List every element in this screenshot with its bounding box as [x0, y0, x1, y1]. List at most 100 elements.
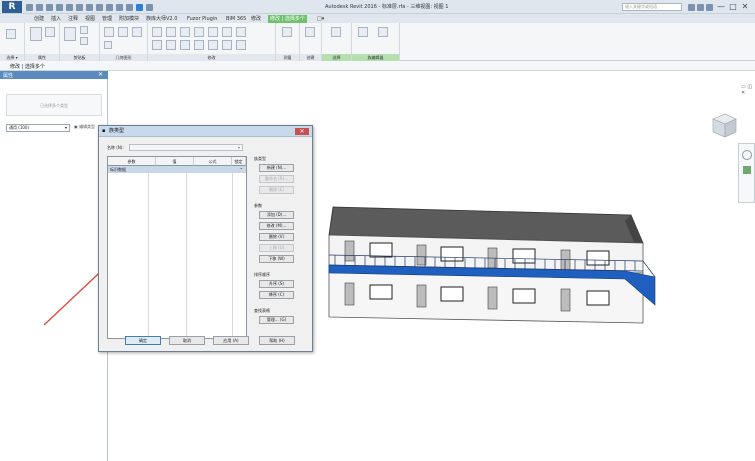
open-icon[interactable]: [26, 4, 33, 11]
thin-lines-icon[interactable]: [116, 4, 123, 11]
trim-icon[interactable]: [222, 27, 232, 37]
section-icon[interactable]: [106, 4, 113, 11]
unpin-icon[interactable]: [222, 40, 232, 50]
collapse-icon[interactable]: ⌃: [240, 166, 243, 173]
text-icon[interactable]: [86, 4, 93, 11]
parameter-group-row[interactable]: 标识数据 ⌃: [108, 166, 246, 173]
rename-type-button[interactable]: 重命名 (R)...: [259, 175, 294, 183]
load-into-project-close-icon[interactable]: [378, 27, 388, 37]
measure-tool-icon[interactable]: [282, 27, 292, 37]
zoom-icon[interactable]: [743, 166, 751, 174]
maximize-button[interactable]: □: [728, 2, 738, 11]
group-select-label[interactable]: 选择 ▾: [0, 54, 24, 61]
tab-fuzor-plugin[interactable]: Fuzor Plugin: [187, 15, 217, 23]
column-header-parameter[interactable]: 参数: [108, 157, 156, 166]
paste-icon[interactable]: [64, 27, 76, 41]
option-bar-label: 修改 | 选择多个: [10, 64, 45, 70]
filter-icon[interactable]: [331, 27, 341, 37]
help-button[interactable]: 帮助 (H): [259, 336, 295, 345]
name-select[interactable]: ▾: [129, 144, 243, 151]
delete-icon[interactable]: [236, 40, 246, 50]
add-parameter-button[interactable]: 添加 (D)...: [259, 211, 294, 219]
edit-type-button[interactable]: ▣ 编辑类型: [74, 124, 95, 130]
close-window-button[interactable]: ✕: [740, 2, 750, 11]
tab-modify-select-multiple[interactable]: 修改 | 选择多个: [268, 15, 307, 23]
minimize-button[interactable]: —: [716, 2, 726, 11]
pin-icon[interactable]: [208, 40, 218, 50]
manage-lookup-button[interactable]: 管理... (G): [259, 316, 294, 324]
instance-filter-value: 通用 (100): [9, 125, 30, 130]
remove-parameter-button[interactable]: 删除 (V): [259, 233, 294, 241]
revit-logo-icon[interactable]: R: [2, 1, 22, 13]
tab-addins[interactable]: 附加模块: [119, 15, 139, 23]
offset-icon[interactable]: [166, 27, 176, 37]
new-type-button[interactable]: 新建 (N)...: [259, 164, 294, 172]
measure-icon[interactable]: [76, 4, 83, 11]
mirror-draw-icon[interactable]: [194, 27, 204, 37]
properties-close-icon[interactable]: ✕: [98, 71, 103, 78]
array-icon[interactable]: [236, 27, 246, 37]
help-icon[interactable]: [706, 4, 713, 11]
modify-tool-icon[interactable]: [6, 29, 16, 39]
column-header-formula[interactable]: 公式: [194, 157, 232, 166]
group-row-label: 标识数据: [110, 167, 126, 172]
cut-geometry-icon[interactable]: [118, 27, 128, 37]
undo-icon[interactable]: [46, 4, 53, 11]
switch-windows-icon[interactable]: [136, 4, 143, 11]
modify-parameter-button[interactable]: 修改 (M)...: [259, 222, 294, 230]
join-icon[interactable]: [132, 27, 142, 37]
cancel-button[interactable]: 取消: [169, 336, 205, 345]
tab-family-library[interactable]: 族库大师V2.0: [146, 15, 177, 23]
move-icon[interactable]: [152, 40, 162, 50]
dialog-close-button[interactable]: ✕: [295, 128, 309, 135]
rotate-icon[interactable]: [180, 40, 190, 50]
tab-bim365[interactable]: BIM 365: [226, 15, 246, 23]
print-icon[interactable]: [66, 4, 73, 11]
ok-button[interactable]: 确定: [125, 336, 161, 345]
paint-icon[interactable]: [104, 41, 112, 49]
instance-filter-select[interactable]: 通用 (100) ▾: [6, 124, 70, 132]
cut-icon[interactable]: [80, 26, 88, 34]
properties-icon[interactable]: [30, 27, 42, 41]
tab-view[interactable]: 视图: [85, 15, 95, 23]
create-group-icon[interactable]: [305, 27, 315, 37]
type-selector[interactable]: 已选择多个类型: [6, 94, 102, 116]
tab-modify[interactable]: 修改: [251, 15, 261, 23]
tab-panel-toggle[interactable]: □▾: [317, 15, 324, 23]
mirror-axis-icon[interactable]: [180, 27, 190, 37]
tab-annotate[interactable]: 注释: [68, 15, 78, 23]
copy-element-icon[interactable]: [166, 40, 176, 50]
move-down-button[interactable]: 下移 (W): [259, 255, 294, 263]
split-icon[interactable]: [208, 27, 218, 37]
sort-ascending-button[interactable]: 升序 (S): [259, 280, 294, 288]
copy-icon[interactable]: [80, 37, 88, 45]
tab-insert[interactable]: 插入: [51, 15, 61, 23]
customize-icon[interactable]: [146, 4, 153, 11]
move-up-button[interactable]: 上移 (U): [259, 244, 294, 252]
viewcube[interactable]: [709, 109, 739, 139]
apply-button[interactable]: 应用 (A): [213, 336, 249, 345]
search-input[interactable]: 键入关键字或短语: [622, 3, 682, 11]
align-icon[interactable]: [152, 27, 162, 37]
sort-order-section-label: 排序顺序: [254, 272, 270, 277]
binoculars-icon[interactable]: [688, 4, 695, 11]
column-header-lock[interactable]: 锁定: [232, 157, 246, 166]
user-icon[interactable]: [697, 4, 704, 11]
close-hidden-icon[interactable]: [126, 4, 133, 11]
steering-wheel-icon[interactable]: [742, 150, 752, 160]
3d-view-icon[interactable]: [96, 4, 103, 11]
save-icon[interactable]: [36, 4, 43, 11]
sort-descending-button[interactable]: 降序 (C): [259, 291, 294, 299]
tab-create[interactable]: 创建: [34, 15, 44, 23]
load-into-project-icon[interactable]: [358, 27, 368, 37]
redo-icon[interactable]: [56, 4, 63, 11]
dialog-title-bar[interactable]: ▪ 族类型: [99, 126, 312, 137]
delete-type-button[interactable]: 删除 (E): [259, 186, 294, 194]
column-header-value[interactable]: 值: [156, 157, 194, 166]
tab-manage[interactable]: 管理: [102, 15, 112, 23]
scale-icon[interactable]: [194, 40, 204, 50]
cope-icon[interactable]: [104, 27, 114, 37]
type-properties-icon[interactable]: [45, 27, 55, 37]
view-window-controls[interactable]: ▭ ◫ ✕: [741, 84, 755, 96]
building-model[interactable]: [325, 205, 657, 327]
